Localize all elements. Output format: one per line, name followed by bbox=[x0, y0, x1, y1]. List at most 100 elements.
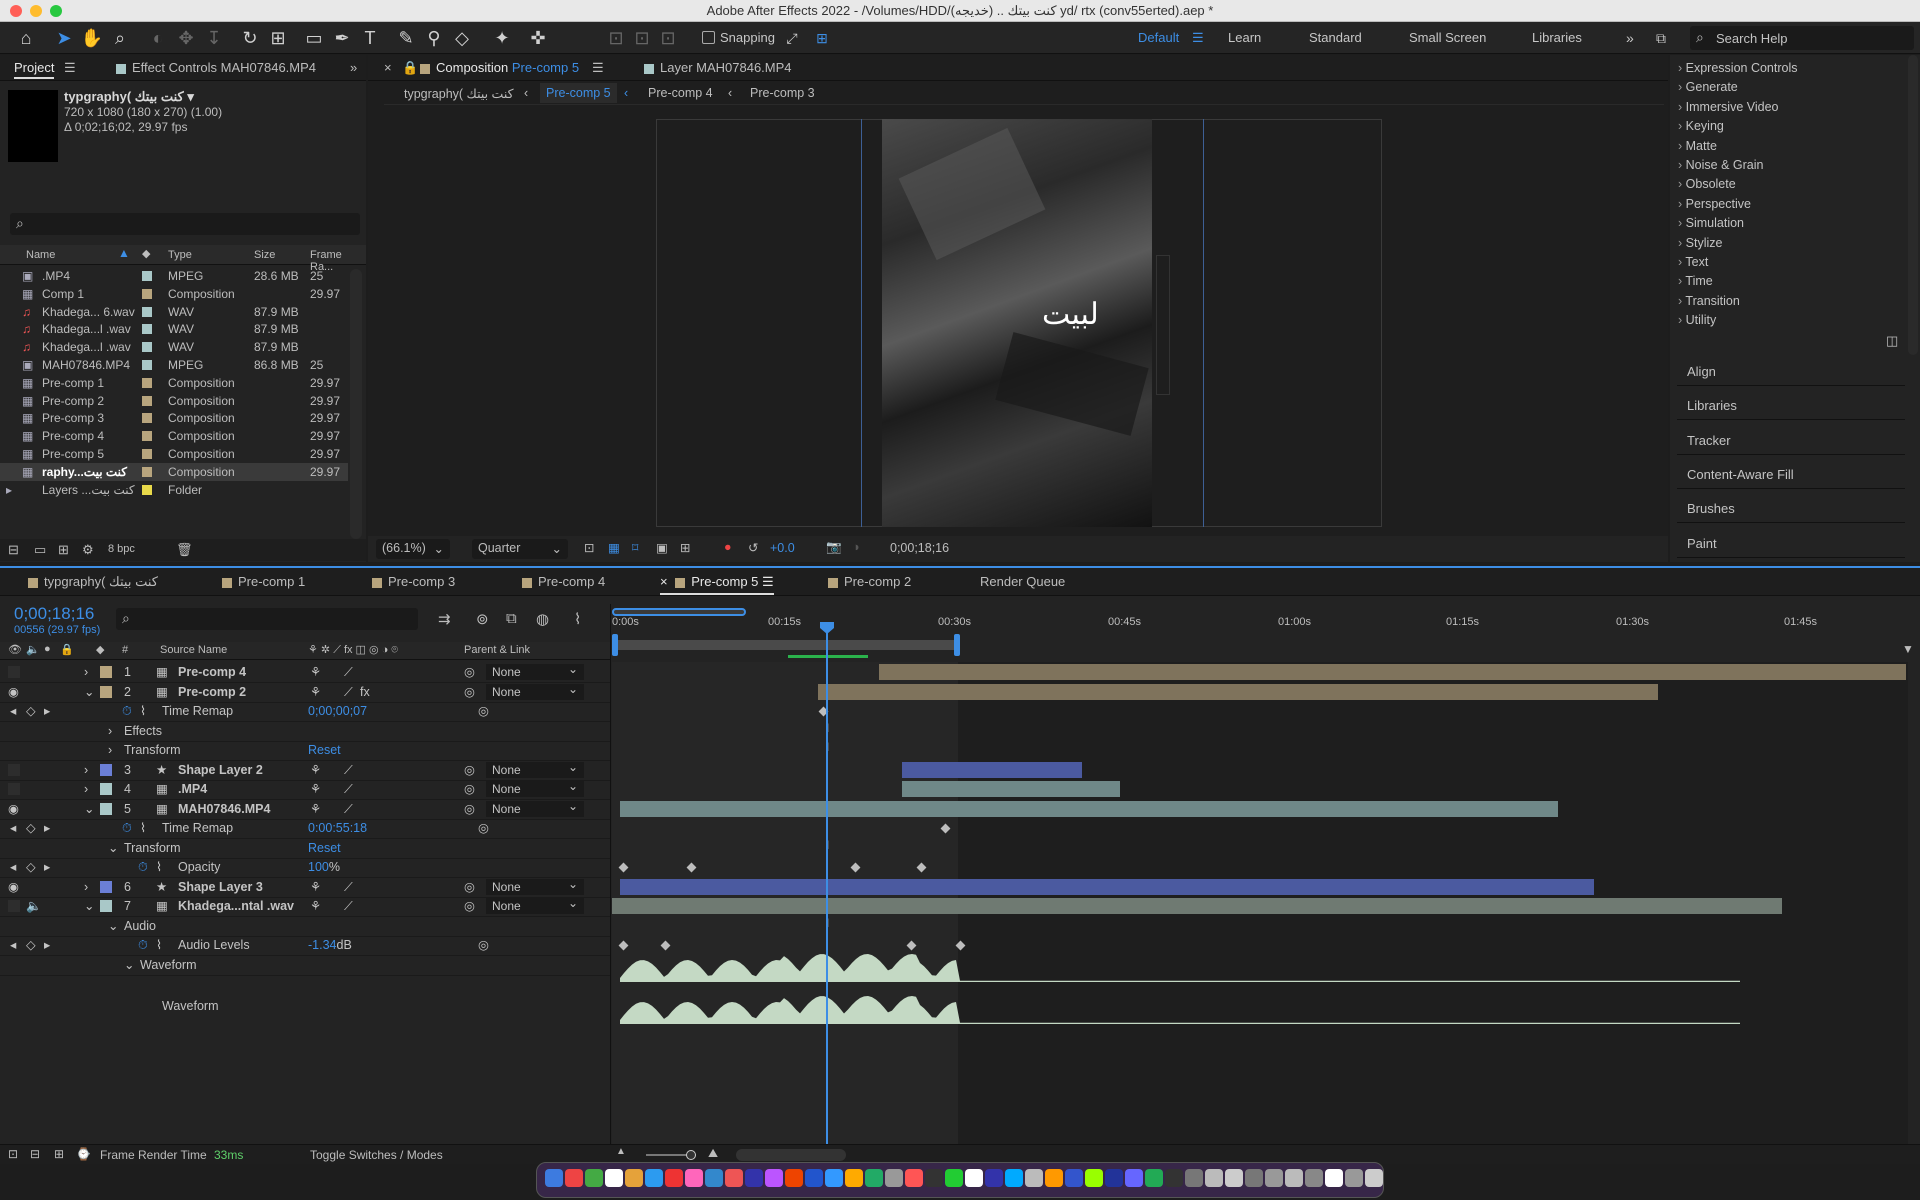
project-item[interactable]: ▸ Layers ...كنت بيت Folder bbox=[0, 481, 348, 499]
channel-icon[interactable]: ● bbox=[724, 540, 732, 554]
project-item[interactable]: ♫ Khadega...l .wav WAV 87.9 MB bbox=[0, 338, 348, 356]
add-keyframe-icon[interactable]: ◇ bbox=[26, 818, 36, 839]
chevron-right-icon[interactable]: › bbox=[84, 662, 88, 683]
zoom-in-icon[interactable]: ⛰ bbox=[708, 1146, 718, 1161]
property-row[interactable]: ⌄ Transform Reset bbox=[0, 838, 610, 859]
col-size[interactable]: Size bbox=[254, 249, 275, 261]
parent-dropdown[interactable]: None ⌄ bbox=[486, 779, 584, 797]
shy-layers-icon[interactable]: ⧉ bbox=[506, 610, 517, 627]
item-label-color[interactable] bbox=[142, 449, 152, 459]
graph-editor-icon[interactable]: ⌇ bbox=[574, 610, 581, 628]
selection-tool-icon[interactable]: ➤ bbox=[52, 26, 76, 50]
video-switch-icon[interactable]: 👁 bbox=[8, 643, 22, 656]
next-keyframe-icon[interactable]: ▸ bbox=[44, 818, 50, 839]
parent-dropdown[interactable]: None ⌄ bbox=[486, 760, 584, 778]
timeline-tab[interactable]: typgraphy( كنت بيتك bbox=[28, 574, 158, 590]
region-of-interest-icon[interactable]: ▣ bbox=[656, 540, 668, 555]
snapshot-icon[interactable]: 📷 bbox=[826, 540, 842, 555]
next-keyframe-icon[interactable]: ▸ bbox=[44, 701, 50, 722]
keyframe-marker[interactable] bbox=[850, 862, 861, 873]
draft-3d-icon[interactable]: ⊚ bbox=[476, 610, 489, 628]
property-row[interactable]: ⌄ Waveform bbox=[0, 955, 610, 976]
project-item[interactable]: ▣ .MP4 MPEG 28.6 MB 25 bbox=[0, 267, 348, 285]
chevron-down-icon[interactable]: ⌄ bbox=[108, 838, 118, 859]
comp-video-frame[interactable]: لبيت bbox=[882, 119, 1152, 527]
more-workspaces-icon[interactable]: » bbox=[1626, 30, 1634, 46]
orbit-camera-icon[interactable]: ◐ bbox=[146, 26, 170, 50]
eye-icon[interactable]: ◉ bbox=[8, 682, 19, 703]
dock-app-icon[interactable] bbox=[1065, 1169, 1083, 1187]
chevron-down-icon[interactable]: ⌄ bbox=[84, 896, 94, 917]
item-label-color[interactable] bbox=[142, 288, 152, 299]
effect-category[interactable]: › Expression Controls bbox=[1678, 59, 1908, 78]
zoom-tool-icon[interactable]: ⌕ bbox=[108, 26, 132, 50]
project-item[interactable]: ▦ Pre-comp 4 Composition 29.97 bbox=[0, 427, 348, 445]
effect-category[interactable]: › Noise & Grain bbox=[1678, 156, 1908, 175]
next-keyframe-icon[interactable]: ▸ bbox=[44, 935, 50, 956]
clone-stamp-icon[interactable]: ⚲ bbox=[422, 26, 446, 50]
item-label-color[interactable] bbox=[142, 360, 152, 370]
add-keyframe-icon[interactable]: ◇ bbox=[26, 701, 36, 722]
layer-label-color[interactable] bbox=[100, 763, 112, 776]
fx-switch-icon[interactable]: fx bbox=[360, 682, 370, 703]
pickwhip-icon[interactable]: ◎ bbox=[464, 760, 475, 781]
minimize-window-button[interactable] bbox=[30, 5, 42, 17]
layer-duration-bar[interactable] bbox=[902, 781, 1120, 797]
tab-composition[interactable]: Composition Pre-comp 5 bbox=[420, 60, 579, 75]
work-area-bar[interactable] bbox=[612, 640, 958, 650]
layer-row[interactable]: › 4 ▦ .MP4 ⚘ ⟋ ◎ None ⌄ bbox=[0, 779, 610, 800]
pickwhip-icon[interactable]: ◎ bbox=[464, 662, 475, 683]
graph-icon[interactable]: ⌇ bbox=[156, 857, 162, 878]
zoom-in-icon[interactable]: ▼ bbox=[1902, 642, 1914, 656]
toggle-switches-modes[interactable]: Toggle Switches / Modes bbox=[310, 1148, 443, 1162]
quality-switch-icon[interactable]: ⟋ bbox=[344, 662, 353, 683]
parent-dropdown[interactable]: None ⌄ bbox=[486, 799, 584, 817]
resolution-dropdown[interactable]: Quarter ⌄ bbox=[472, 539, 568, 559]
brush-tool-icon[interactable]: ✎ bbox=[394, 26, 418, 50]
property-row[interactable]: › Transform Reset bbox=[0, 740, 610, 761]
dock-app-icon[interactable] bbox=[1365, 1169, 1383, 1187]
shy-switch-icon[interactable]: ⚘ bbox=[310, 662, 321, 683]
dock-app-icon[interactable] bbox=[1205, 1169, 1223, 1187]
layer-label-color[interactable] bbox=[100, 802, 112, 815]
dock-app-icon[interactable] bbox=[865, 1169, 883, 1187]
layer-label-color[interactable] bbox=[100, 783, 112, 795]
add-keyframe-icon[interactable]: ◇ bbox=[26, 935, 36, 956]
layer-duration-bar[interactable] bbox=[620, 800, 1558, 817]
search-help-input[interactable]: Search Help bbox=[1716, 31, 1788, 46]
dock-app-icon[interactable] bbox=[845, 1169, 863, 1187]
current-time-indicator[interactable] bbox=[826, 628, 828, 1144]
next-keyframe-icon[interactable]: ▸ bbox=[44, 857, 50, 878]
shy-switch-icon[interactable]: ⚘ bbox=[310, 682, 321, 703]
layer-duration-bar[interactable] bbox=[902, 761, 1082, 778]
stopwatch-icon[interactable]: ⏱ bbox=[122, 818, 132, 839]
tab-effect-controls[interactable]: Effect Controls MAH07846.MP4 bbox=[116, 60, 316, 75]
pan-behind-icon[interactable]: ⊞ bbox=[266, 26, 290, 50]
new-comp-icon[interactable]: ⊞ bbox=[58, 542, 69, 558]
quality-switch-icon[interactable]: ⟋ bbox=[344, 760, 353, 781]
axis-view-icon[interactable]: ⊡ bbox=[656, 26, 680, 50]
layer-label-color[interactable] bbox=[100, 880, 112, 893]
effect-category[interactable]: › Text bbox=[1678, 253, 1908, 272]
show-snapshot-icon[interactable]: ◑ bbox=[852, 540, 860, 554]
pen-tool-icon[interactable]: ✒ bbox=[330, 26, 354, 50]
parent-dropdown[interactable]: None ⌄ bbox=[486, 877, 584, 895]
navigator-range[interactable] bbox=[612, 608, 746, 616]
pickwhip-icon[interactable]: ◎ bbox=[464, 682, 475, 703]
comp-flowchart-icon[interactable]: ⇉ bbox=[438, 610, 451, 628]
dock-app-icon[interactable] bbox=[825, 1169, 843, 1187]
timeline-tab[interactable]: Pre-comp 4 bbox=[522, 574, 605, 589]
layer-row[interactable]: ◉ ⌄ 2 ▦ Pre-comp 2 ⚘ ⟋ fx ◎ None ⌄ bbox=[0, 682, 610, 703]
layer-row[interactable]: ◉ › 6 ★ Shape Layer 3 ⚘ ⟋ ◎ None ⌄ bbox=[0, 877, 610, 898]
dock-app-icon[interactable] bbox=[625, 1169, 643, 1187]
item-label-color[interactable] bbox=[142, 466, 152, 477]
effect-category[interactable]: › Generate bbox=[1678, 78, 1908, 97]
timeline-search-input[interactable]: ⌕ bbox=[116, 608, 418, 630]
snapping-checkbox[interactable] bbox=[702, 31, 715, 44]
property-row[interactable]: ◂ ◇ ▸ ⏱ ⌇ Time Remap 0:00:55:18 ◎ bbox=[0, 818, 610, 839]
effects-scrollbar[interactable] bbox=[1908, 55, 1918, 355]
dock-app-icon[interactable] bbox=[1145, 1169, 1163, 1187]
dock-app-icon[interactable] bbox=[665, 1169, 683, 1187]
time-navigator[interactable] bbox=[612, 608, 746, 616]
layer-duration-bar[interactable] bbox=[620, 878, 1594, 895]
